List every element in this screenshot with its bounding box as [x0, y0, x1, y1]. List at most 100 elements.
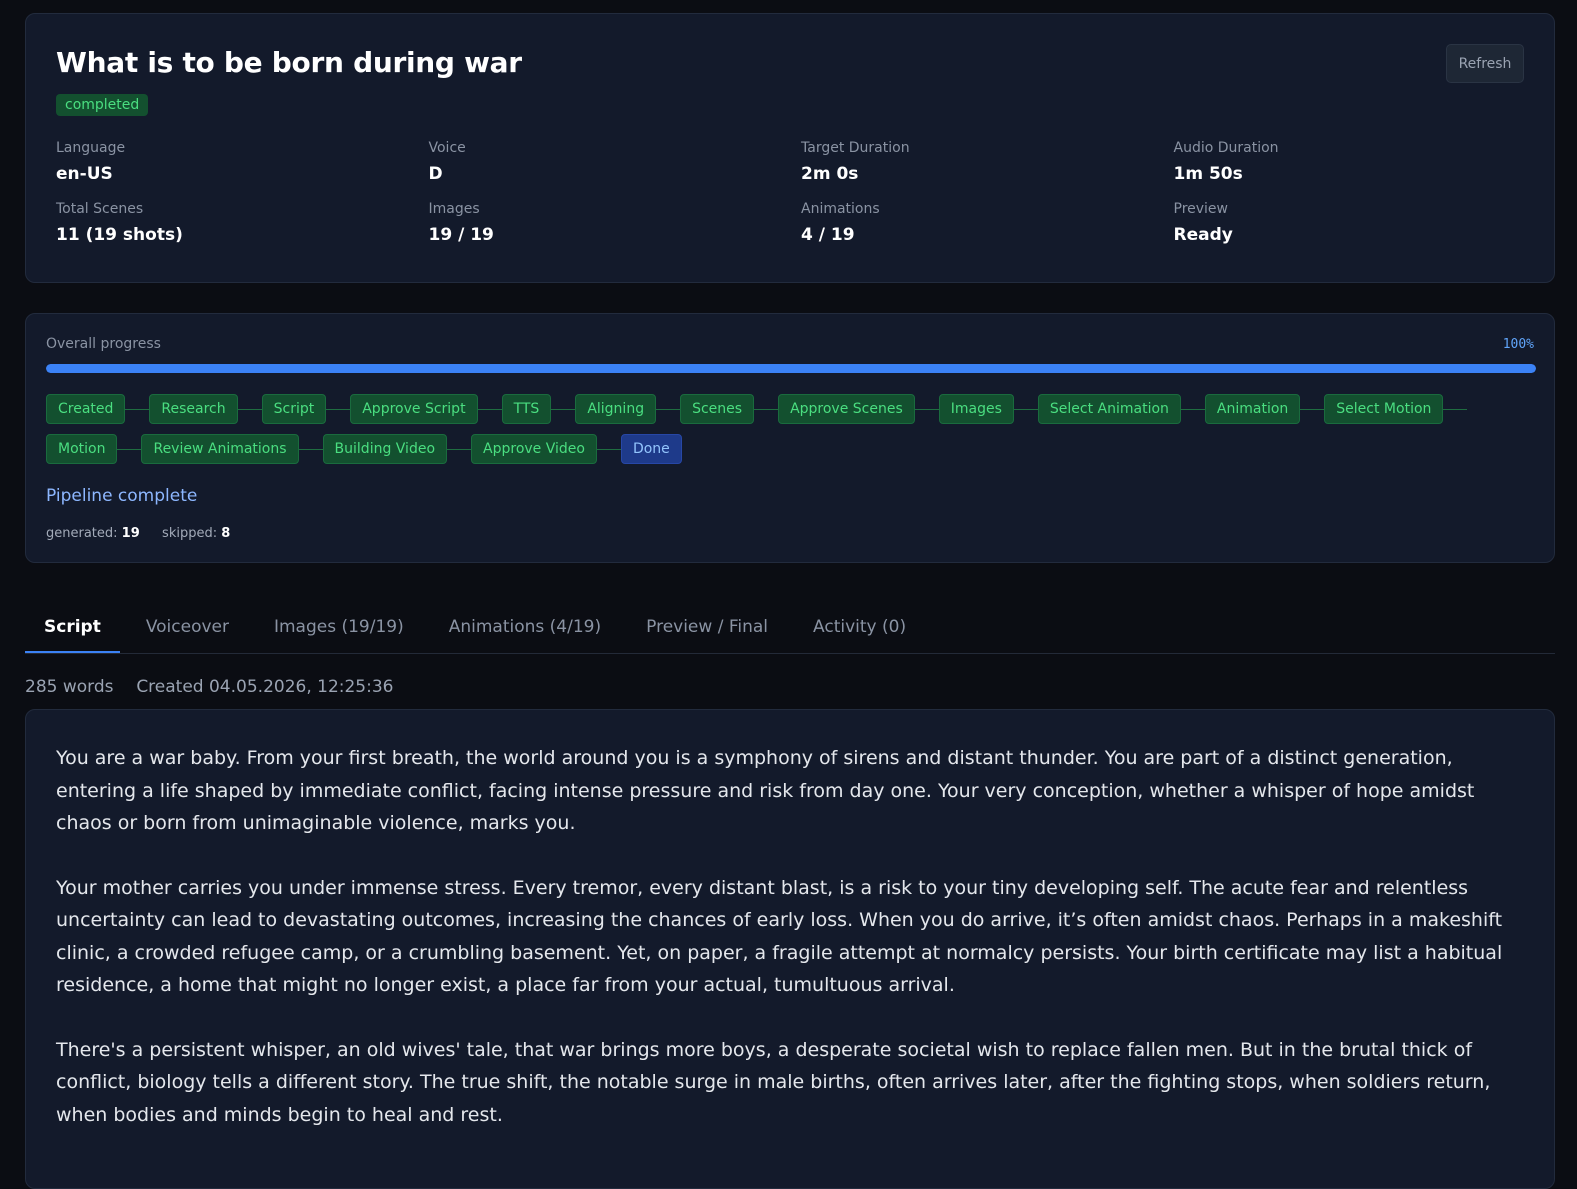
pipeline-step-chip: Approve Scenes	[778, 394, 915, 424]
pipeline-step-chip: Select Animation	[1037, 394, 1181, 424]
pipeline-step-chip: Scenes	[680, 394, 755, 424]
pipeline-step: Approve Script	[350, 394, 502, 424]
generation-counts: generated: 19 skipped: 8	[46, 526, 230, 541]
meta-preview: Preview Ready	[1174, 201, 1547, 245]
meta-language: Language en-US	[56, 140, 429, 184]
meta-label: Audio Duration	[1173, 140, 1279, 156]
generated-label: generated:	[46, 526, 118, 541]
meta-value: 1m 50s	[1173, 164, 1243, 184]
word-count: 285 words	[25, 677, 114, 697]
progress-percent: 100%	[1502, 337, 1534, 352]
pipeline-connector	[1300, 408, 1325, 410]
pipeline-step-chip: Research	[149, 394, 238, 424]
pipeline-step-chip: Building Video	[322, 434, 448, 464]
pipeline-connector	[551, 408, 576, 410]
meta-value: 2m 0s	[801, 164, 859, 184]
pipeline-connector	[326, 408, 351, 410]
pipeline-connector	[914, 408, 939, 410]
script-meta: 285 words Created 04.05.2026, 12:25:36	[25, 677, 394, 697]
meta-value: D	[428, 164, 443, 184]
pipeline-step-chip: Motion	[46, 434, 118, 464]
pipeline-steps: Created Research Script Approve Script TTS Al…	[46, 394, 1546, 464]
meta-value: 11 (19 shots)	[56, 225, 183, 245]
skipped-count: 8	[221, 526, 231, 541]
meta-audio-duration: Audio Duration 1m 50s	[1174, 140, 1547, 184]
project-header-card: What is to be born during war completed …	[25, 13, 1555, 283]
script-paragraph: There's a persistent whisper, an old wiv…	[56, 1038, 1491, 1126]
pipeline-step: Select Animation	[1037, 394, 1205, 424]
tab-script[interactable]: Script	[25, 605, 120, 653]
pipeline-step: Done	[620, 434, 682, 464]
meta-total-scenes: Total Scenes 11 (19 shots)	[56, 201, 429, 245]
pipeline-connector	[754, 408, 779, 410]
pipeline-step-chip: Created	[46, 394, 126, 424]
project-meta-grid: Language en-US Voice D Target Duration 2…	[56, 140, 1536, 245]
tab-animations[interactable]: Animations (4/19)	[430, 605, 620, 653]
pipeline-step: Approve Scenes	[778, 394, 939, 424]
pipeline-step: TTS	[501, 394, 576, 424]
pipeline-step-chip: Done	[620, 434, 682, 464]
script-card: You are a war baby. From your first brea…	[25, 709, 1555, 1189]
meta-label: Language	[56, 140, 126, 156]
pipeline-connector	[1443, 408, 1468, 410]
meta-images: Images 19 / 19	[429, 201, 802, 245]
meta-voice: Voice D	[429, 140, 802, 184]
tab-preview-final[interactable]: Preview / Final	[627, 605, 787, 653]
pipeline-status: Pipeline complete	[46, 486, 198, 506]
pipeline-step: Images	[938, 394, 1038, 424]
progress-card: Overall progress 100% Created Research Scr…	[25, 313, 1555, 563]
pipeline-connector	[117, 448, 142, 450]
status-badge: completed	[56, 94, 149, 116]
pipeline-step-chip: Aligning	[575, 394, 657, 424]
pipeline-step-chip: Animation	[1204, 394, 1301, 424]
pipeline-connector	[1013, 408, 1038, 410]
pipeline-step-chip: Select Motion	[1324, 394, 1444, 424]
pipeline-step: Aligning	[575, 394, 681, 424]
pipeline-connector	[125, 408, 150, 410]
script-paragraph: You are a war baby. From your first brea…	[56, 747, 1475, 834]
tab-bar: Script Voiceover Images (19/19) Animatio…	[25, 605, 1555, 654]
meta-label: Target Duration	[801, 140, 910, 156]
pipeline-step-chip: Review Animations	[141, 434, 299, 464]
meta-value: en-US	[56, 164, 113, 184]
meta-label: Voice	[428, 140, 466, 156]
meta-label: Preview	[1173, 201, 1229, 217]
tab-images[interactable]: Images (19/19)	[255, 605, 423, 653]
meta-target-duration: Target Duration 2m 0s	[801, 140, 1174, 184]
pipeline-step: Research	[149, 394, 262, 424]
progress-bar-fill	[46, 364, 1536, 373]
script-paragraph: Your mother carries you under immense st…	[56, 876, 1503, 997]
pipeline-step-chip: Approve Script	[350, 394, 478, 424]
generated-count: 19	[121, 526, 140, 541]
tab-activity[interactable]: Activity (0)	[794, 605, 925, 653]
pipeline-step-chip: TTS	[501, 394, 552, 424]
meta-value: Ready	[1173, 225, 1233, 245]
pipeline-step-chip: Approve Video	[471, 434, 597, 464]
pipeline-connector	[298, 448, 323, 450]
progress-bar	[46, 364, 1536, 373]
page-title: What is to be born during war	[56, 46, 522, 79]
script-text: You are a war baby. From your first brea…	[56, 742, 1531, 1163]
pipeline-connector	[596, 448, 621, 450]
pipeline-step: Motion	[46, 434, 142, 464]
pipeline-connector	[656, 408, 681, 410]
meta-label: Total Scenes	[56, 201, 144, 217]
pipeline-step-chip: Images	[938, 394, 1014, 424]
tab-voiceover[interactable]: Voiceover	[127, 605, 248, 653]
pipeline-step-chip: Script	[261, 394, 327, 424]
pipeline-step: Select Motion	[1324, 394, 1468, 424]
pipeline-step: Approve Video	[471, 434, 621, 464]
meta-value: 4 / 19	[801, 225, 855, 245]
meta-value: 19 / 19	[428, 225, 494, 245]
pipeline-connector	[237, 408, 262, 410]
pipeline-connector	[1180, 408, 1205, 410]
pipeline-step: Created	[46, 394, 150, 424]
pipeline-step: Building Video	[322, 434, 472, 464]
meta-animations: Animations 4 / 19	[801, 201, 1174, 245]
pipeline-step: Review Animations	[141, 434, 323, 464]
refresh-button[interactable]: Refresh	[1446, 44, 1524, 83]
meta-label: Images	[428, 201, 480, 217]
skipped-label: skipped:	[162, 526, 218, 541]
progress-label: Overall progress	[46, 336, 161, 352]
pipeline-step: Script	[261, 394, 351, 424]
